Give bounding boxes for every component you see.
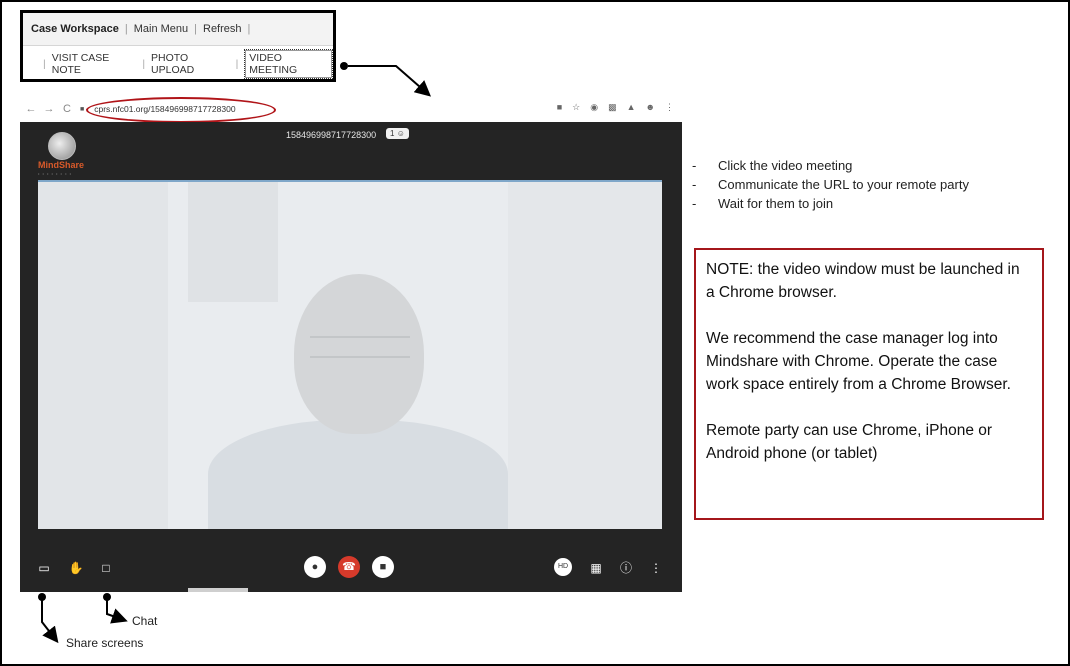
lock-icon: ■ [80, 105, 85, 113]
url-highlight-ring [86, 97, 276, 123]
tab-photo-upload[interactable]: PHOTO UPLOAD [151, 52, 230, 76]
tile-view-icon[interactable]: ▦ [586, 558, 606, 578]
camera-icon[interactable]: ■ [372, 556, 394, 578]
mindshare-logo: MindShare • • • • • • • • [34, 130, 106, 176]
background-frame [188, 182, 278, 302]
camera-icon[interactable]: ■ [557, 102, 562, 113]
raise-hand-icon[interactable]: ✋ [66, 558, 86, 578]
browser-toolbar: ← → C ■ cprs.nfc01.org/15849699871772830… [20, 96, 682, 123]
logo-subtext: • • • • • • • • [38, 171, 72, 176]
extension-icon[interactable]: ▩ [608, 102, 617, 113]
microphone-icon[interactable]: ● [304, 556, 326, 578]
extension-icon[interactable]: ▲ [627, 102, 636, 113]
info-icon[interactable]: ⓘ [616, 558, 636, 578]
background-door [38, 182, 168, 529]
reload-icon[interactable]: C [60, 103, 74, 115]
workspace-title: Case Workspace [31, 23, 119, 35]
main-menu-link[interactable]: Main Menu [134, 23, 188, 35]
kebab-menu-icon[interactable]: ⋮ [665, 102, 674, 113]
extension-icon[interactable]: ◉ [590, 102, 598, 113]
logo-text: MindShare [38, 160, 85, 170]
workspace-tabs: | VISIT CASE NOTE | PHOTO UPLOAD | VIDEO… [23, 46, 333, 82]
meeting-toolbar: ▭ ✋ □ ● ☎ ■ HD ▦ ⓘ ⋮ [20, 550, 682, 586]
chrome-note-box: NOTE: the video window must be launched … [694, 248, 1044, 520]
participant-count-badge[interactable]: 1 ☺ [386, 128, 409, 139]
tab-video-meeting[interactable]: VIDEO MEETING [244, 49, 333, 79]
taskbar-tab [188, 588, 248, 592]
background-shelf [508, 182, 662, 529]
video-meeting-area: MindShare • • • • • • • • 15849699871772… [20, 122, 682, 592]
hangup-icon[interactable]: ☎ [338, 556, 360, 578]
globe-icon [48, 132, 76, 160]
step-item: - Click the video meeting [692, 158, 853, 173]
note-paragraph: Remote party can use Chrome, iPhone or A… [706, 422, 993, 462]
tab-visit-case-note[interactable]: VISIT CASE NOTE [52, 52, 137, 76]
profile-icon[interactable]: ☻ [646, 102, 655, 113]
share-screen-icon[interactable]: ▭ [34, 558, 54, 578]
remote-video-feed [38, 180, 662, 529]
person-body [208, 420, 508, 529]
workspace-menu-bar: Case Workspace | Main Menu | Refresh | [23, 13, 333, 46]
refresh-link[interactable]: Refresh [203, 23, 242, 35]
person-icon: ☺ [396, 129, 405, 138]
share-screens-callout: Share screens [66, 636, 144, 650]
step-item: - Wait for them to join [692, 196, 834, 211]
step-item: - Communicate the URL to your remote part… [692, 177, 969, 192]
quality-icon[interactable]: HD [554, 558, 572, 576]
back-icon[interactable]: ← [24, 103, 38, 115]
extension-icons: ■ ☆ ◉ ▩ ▲ ☻ ⋮ [557, 102, 674, 113]
bookmark-star-icon[interactable]: ☆ [572, 102, 580, 113]
case-workspace-menu: Case Workspace | Main Menu | Refresh | |… [20, 10, 336, 82]
instruction-steps: - Click the video meeting - Communicate th… [688, 156, 969, 213]
chat-icon[interactable]: □ [96, 558, 116, 578]
browser-window: ← → C ■ cprs.nfc01.org/15849699871772830… [20, 96, 682, 592]
note-paragraph: We recommend the case manager log into M… [706, 330, 1011, 393]
more-options-icon[interactable]: ⋮ [646, 558, 666, 578]
meeting-id: 158496998717728300 [286, 130, 377, 140]
forward-icon[interactable]: → [42, 103, 56, 115]
person-glasses [310, 336, 410, 358]
participant-count: 1 [390, 129, 395, 138]
chat-callout: Chat [132, 614, 158, 628]
note-paragraph: NOTE: the video window must be launched … [706, 261, 1020, 301]
